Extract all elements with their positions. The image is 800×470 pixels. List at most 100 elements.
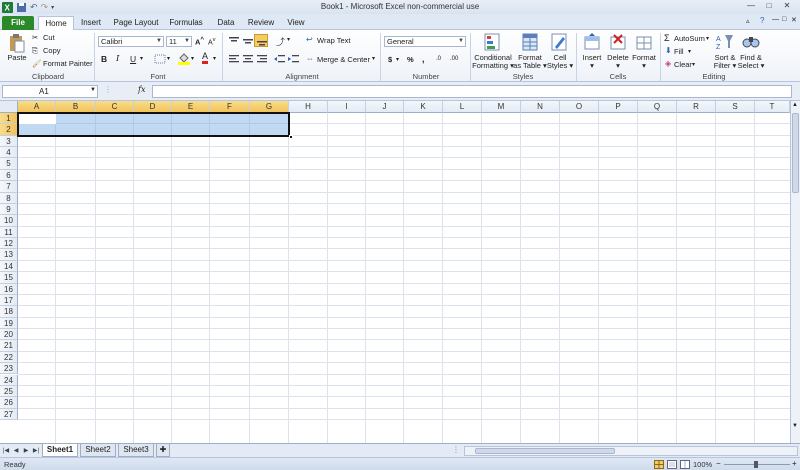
wrap-text-icon[interactable]: ↩ [306, 35, 313, 44]
cut-button[interactable]: Cut [43, 33, 55, 42]
chevron-down-icon[interactable]: ▾ [167, 55, 170, 62]
shrink-font-button[interactable]: Av [208, 37, 216, 46]
wrap-text-button[interactable]: Wrap Text [317, 36, 351, 45]
merge-center-icon[interactable]: ⇔ [306, 54, 314, 63]
column-header[interactable]: N [521, 101, 560, 113]
borders-icon[interactable] [154, 54, 166, 64]
fill-color-icon[interactable] [178, 53, 190, 65]
font-color-button[interactable]: A [202, 52, 209, 64]
format-as-table-icon[interactable] [522, 33, 538, 51]
find-select-icon[interactable] [742, 33, 760, 51]
align-middle-icon[interactable] [242, 36, 254, 46]
column-header[interactable]: M [482, 101, 521, 113]
vertical-scroll-thumb[interactable] [792, 113, 799, 193]
format-cells-icon[interactable] [636, 33, 652, 51]
clear-button[interactable]: Clear [674, 60, 692, 69]
copy-icon[interactable]: ⎘ [32, 46, 38, 56]
column-header[interactable]: R [677, 101, 716, 113]
chevron-down-icon[interactable]: ▾ [191, 55, 194, 62]
bold-button[interactable]: B [101, 54, 107, 64]
zoom-in-icon[interactable]: + [792, 459, 797, 468]
percent-button[interactable]: % [407, 55, 414, 64]
increase-indent-icon[interactable] [288, 54, 300, 64]
row-header[interactable]: 19 [0, 317, 18, 330]
merge-center-button[interactable]: Merge & Center [317, 55, 370, 64]
page-break-view-icon[interactable] [680, 460, 690, 469]
find-select-button[interactable]: Find & Select ▾ [736, 54, 766, 70]
horizontal-scrollbar[interactable] [464, 446, 798, 456]
horizontal-scroll-thumb[interactable] [475, 448, 615, 454]
currency-button[interactable]: $ [388, 55, 392, 64]
column-header[interactable]: O [560, 101, 599, 113]
minimize-button[interactable]: — [744, 0, 758, 12]
format-cells-button[interactable]: Format ▾ [630, 54, 658, 70]
name-box[interactable]: A1 [2, 85, 98, 98]
fill-button[interactable]: Fill [674, 47, 684, 56]
tab-formulas[interactable]: Formulas [166, 16, 206, 30]
delete-cells-button[interactable]: Delete ▾ [604, 54, 632, 70]
chevron-down-icon[interactable]: ▾ [140, 55, 143, 62]
tab-file[interactable]: File [2, 16, 34, 30]
row-header[interactable]: 16 [0, 283, 18, 295]
row-header[interactable]: 6 [0, 169, 18, 182]
align-left-icon[interactable] [228, 54, 240, 64]
insert-function-button[interactable]: fx [138, 85, 145, 94]
increase-decimal-button[interactable]: .0 [436, 56, 441, 62]
sort-filter-icon[interactable]: AZ [716, 33, 734, 51]
help-icon[interactable]: ? [760, 16, 764, 25]
paste-button[interactable]: Paste [4, 54, 30, 62]
row-header[interactable]: 10 [0, 215, 18, 227]
row-header[interactable]: 23 [0, 363, 18, 375]
worksheet-grid[interactable]: ABCDEFGHIJKLMNOPQRST 1 2 3 4 5 6 7 8 9 10 11 12 13 14… [0, 101, 800, 443]
align-center-icon[interactable] [242, 54, 254, 64]
scroll-up-icon[interactable]: ▲ [792, 102, 798, 108]
next-sheet-icon[interactable]: ▶ [22, 446, 30, 456]
row-header[interactable]: 24 [0, 374, 18, 386]
delete-cells-icon[interactable] [610, 33, 626, 51]
column-header[interactable]: K [404, 101, 443, 113]
font-name-select[interactable]: Calibri ▼ [98, 36, 164, 47]
decrease-indent-icon[interactable] [274, 54, 286, 64]
autosum-icon[interactable]: Σ [664, 33, 670, 43]
paste-icon[interactable] [8, 33, 26, 53]
decrease-decimal-button[interactable]: .00 [450, 56, 458, 62]
format-painter-button[interactable]: Format Painter [43, 59, 93, 68]
insert-sheet-button[interactable]: ✚ [156, 444, 170, 457]
tab-review[interactable]: Review [244, 16, 278, 30]
zoom-level[interactable]: 100% [693, 460, 712, 469]
column-header[interactable]: J [366, 101, 404, 113]
row-header[interactable]: 11 [0, 226, 18, 239]
cell-styles-button[interactable]: Cell Styles ▾ [546, 54, 574, 70]
row-header[interactable]: 20 [0, 329, 18, 341]
cell-styles-icon[interactable] [551, 33, 567, 51]
row-header[interactable]: 26 [0, 397, 18, 409]
row-header[interactable]: 2 [0, 124, 18, 136]
fill-icon[interactable]: ⬇ [665, 46, 672, 55]
row-header[interactable]: 18 [0, 306, 18, 318]
close-button[interactable]: ✕ [780, 0, 794, 12]
normal-view-icon[interactable] [654, 460, 664, 469]
column-header[interactable]: Q [638, 101, 677, 113]
autosum-button[interactable]: AutoSum [674, 34, 705, 43]
first-sheet-icon[interactable]: |◀ [2, 446, 10, 456]
workbook-close-icon[interactable]: ✕ [791, 16, 797, 24]
chevron-down-icon[interactable]: ▾ [706, 35, 709, 42]
zoom-out-icon[interactable]: − [716, 459, 721, 468]
row-header[interactable]: 1 [0, 113, 18, 125]
align-right-icon[interactable] [256, 54, 268, 64]
format-painter-icon[interactable]: 🖌 [32, 59, 42, 68]
row-header[interactable]: 13 [0, 249, 18, 261]
align-top-icon[interactable] [228, 36, 240, 46]
vertical-scrollbar[interactable]: ▲ ▼ [790, 101, 800, 443]
grow-font-button[interactable]: A^ [195, 36, 204, 47]
row-header[interactable]: 5 [0, 158, 18, 170]
tab-split-handle[interactable]: ⋮ [452, 445, 460, 454]
cut-icon[interactable]: ✂ [32, 33, 38, 42]
number-format-select[interactable]: General ▼ [384, 36, 466, 47]
conditional-formatting-icon[interactable] [484, 33, 500, 51]
chevron-down-icon[interactable]: ▾ [213, 55, 216, 62]
insert-cells-icon[interactable] [584, 33, 600, 51]
row-header[interactable]: 17 [0, 294, 18, 307]
workbook-restore-icon[interactable]: □ [782, 16, 786, 23]
comma-button[interactable]: , [422, 54, 425, 64]
